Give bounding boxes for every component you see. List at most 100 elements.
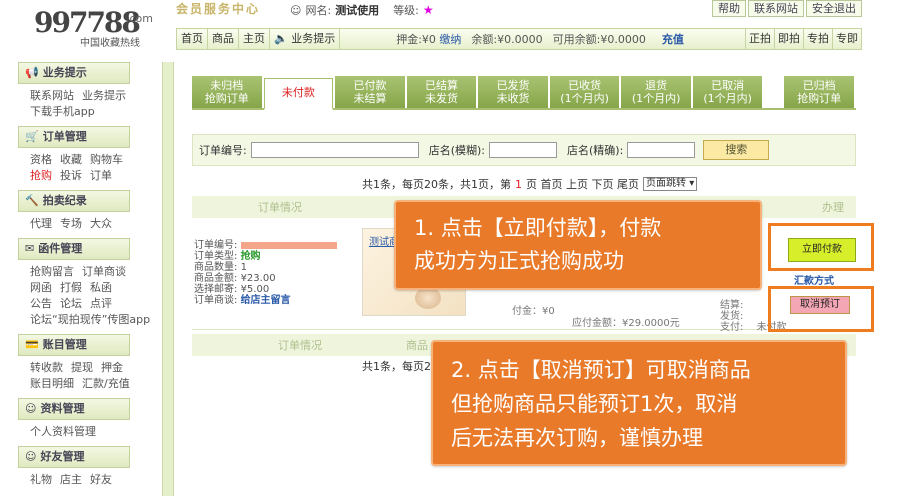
nav-zhengpai[interactable]: 正拍 [745,29,774,49]
sidebar-section-title: 业务提示 [42,66,87,79]
sidebar-link[interactable]: 订单商谈 [82,264,126,280]
nav-home[interactable]: 首页 [177,29,208,49]
sidebar-section-2[interactable]: 🔨 拍卖纪录 [18,190,130,212]
level-star-icon: ★ [422,3,434,17]
nav-products[interactable]: 商品 [208,29,239,49]
sidebar-divider[interactable] [162,62,174,496]
sidebar-link[interactable]: 订单 [90,168,112,184]
contact-link[interactable]: 联系网站 [748,0,804,17]
recharge-link[interactable]: 充值 [662,31,684,47]
sidebar-link[interactable]: 抢购留言 [30,264,74,280]
sidebar-link[interactable]: 抢购 [30,168,52,184]
nav-zhuanji[interactable]: 专即 [832,29,861,49]
sidebar-link[interactable]: 代理 [30,216,52,232]
sidebar-link[interactable]: 礼物 [30,472,52,488]
sidebar-link[interactable]: 提现 [71,360,93,376]
tab-label: 已收货 [568,79,602,92]
tab-label: 未收货 [496,92,530,105]
sidebar-link[interactable]: 购物车 [90,152,123,168]
page-jump-select[interactable]: 页面跳转 ▾ [643,177,698,191]
tab-label: (1个月内) [703,92,752,105]
pay-label: 支付: [720,322,744,333]
help-link[interactable]: 帮助 [712,0,746,17]
sidebar-link[interactable]: 汇款/充值 [82,376,130,392]
nav-zhuanpai[interactable]: 专拍 [803,29,832,49]
sidebar-link[interactable]: 店主 [60,472,82,488]
deposit-pay-link[interactable]: 缴纳 [439,33,461,46]
sidebar-row: 转收款 提现 押金 [30,360,130,376]
sidebar-section-body: 礼物 店主 好友 [18,468,130,494]
sidebar-section-body: 转收款 提现 押金 账目明细 汇款/充值 [18,356,130,398]
sidebar-link[interactable]: 网函 [30,280,52,296]
sidebar-link[interactable]: 好友 [90,472,112,488]
payment-method-link[interactable]: 汇款方式 [794,272,834,287]
banner-title: 会员服务中心 [176,2,261,16]
user-info: ☺ 网名: 测试使用 等级: ★ [290,2,434,18]
gavel-icon: 🔨 [25,194,39,207]
sidebar-link[interactable]: 论坛“现拍现传”传图app [30,312,150,328]
tab-label: 未结算 [353,92,387,105]
sidebar-link[interactable]: 私函 [90,280,112,296]
main-navbar: 首页 商品 主页 🔈 业务提示 押金:¥0 缴纳 余额:¥0.0000 可用余额… [176,28,862,50]
pager-links[interactable]: 页 首页 上页 下页 尾页 [526,176,639,192]
order-no-input[interactable] [250,142,419,158]
sidebar-link[interactable]: 打假 [60,280,82,296]
shop-exact-input[interactable] [627,142,696,158]
sidebar-link[interactable]: 业务提示 [82,88,126,104]
pager-bottom: 共1条，每页20 [362,360,438,373]
chat-label: 订单商谈: [194,295,238,306]
nav-homepage[interactable]: 主页 [239,29,270,49]
callout-step1: 1. 点击【立即付款】，付款 成功方为正式抢购成功 [394,200,762,290]
tab-1[interactable]: 未付款 [263,78,334,110]
sidebar-section-5[interactable]: ☺ 资料管理 [18,398,130,420]
search-button[interactable]: 搜索 [703,140,770,160]
tab-6[interactable]: 退货 (1个月内) [621,76,691,108]
sidebar-link[interactable]: 个人资料管理 [30,424,96,440]
sidebar-link[interactable]: 大众 [90,216,112,232]
sidebar-link[interactable]: 下载手机app [30,104,95,120]
sidebar-section-3[interactable]: ✉ 函件管理 [18,238,130,260]
sidebar-link[interactable]: 论坛 [60,296,82,312]
sidebar-link[interactable]: 转收款 [30,360,63,376]
sidebar-section-1[interactable]: 🛒 订单管理 [18,126,130,148]
sidebar-link[interactable]: 账目明细 [30,376,74,392]
nav-jipai[interactable]: 即拍 [774,29,803,49]
callout-step2-line2: 但抢购商品只能预订1次，取消 [451,392,738,416]
nav-notice[interactable]: 🔈 业务提示 [270,29,341,49]
tab-0[interactable]: 未归档 抢购订单 [192,76,262,108]
tab-2[interactable]: 已付款 未结算 [335,76,405,108]
sidebar-link[interactable]: 公告 [30,296,52,312]
tab-7[interactable]: 已取消 (1个月内) [692,76,763,108]
sidebar-section-0[interactable]: 📢 业务提示 [18,62,130,84]
tab-4[interactable]: 已发货 未收货 [478,76,548,108]
sidebar-link[interactable]: 收藏 [60,152,82,168]
tab-5[interactable]: 已收货 (1个月内) [549,76,620,108]
logout-link[interactable]: 安全退出 [806,0,862,17]
shop-fuzzy-input[interactable] [489,142,558,158]
logo[interactable]: 997788 .com 中国收藏热线 [30,4,160,49]
tab-label: 抢购订单 [204,92,249,105]
tab-3[interactable]: 已结算 未发货 [406,76,477,108]
sidebar-link[interactable]: 联系网站 [30,88,74,104]
sidebar-row: 论坛“现拍现传”传图app [30,312,150,328]
qty-value: 1 [240,262,247,273]
sidebar-link[interactable]: 押金 [101,360,123,376]
logo-tagline: 中国收藏热线 [80,38,140,49]
product-image [415,287,441,309]
megaphone-icon: 📢 [25,66,39,79]
tab-label: 已付款 [353,79,387,92]
sidebar-link[interactable]: 点评 [90,296,112,312]
sidebar-link[interactable]: 投诉 [60,168,82,184]
message-seller-link[interactable]: 给店主留言 [241,295,291,306]
sidebar-row: 个人资料管理 [30,424,130,440]
sidebar-row: 抢购留言 订单商谈 [30,264,130,280]
sidebar-section-4[interactable]: 💳 账目管理 [18,334,130,356]
sidebar-link[interactable]: 资格 [30,152,52,168]
tab-label: 抢购订单 [797,92,842,105]
sidebar-section-6[interactable]: ☺ 好友管理 [18,446,130,468]
sidebar-link[interactable]: 专场 [60,216,82,232]
tab-8[interactable]: 已归档 抢购订单 [784,76,854,108]
amount-label: 商品金额: [194,273,238,284]
shop-exact-label: 店名(精确): [567,144,624,157]
footer-order-status: 订单情况 [278,339,322,352]
